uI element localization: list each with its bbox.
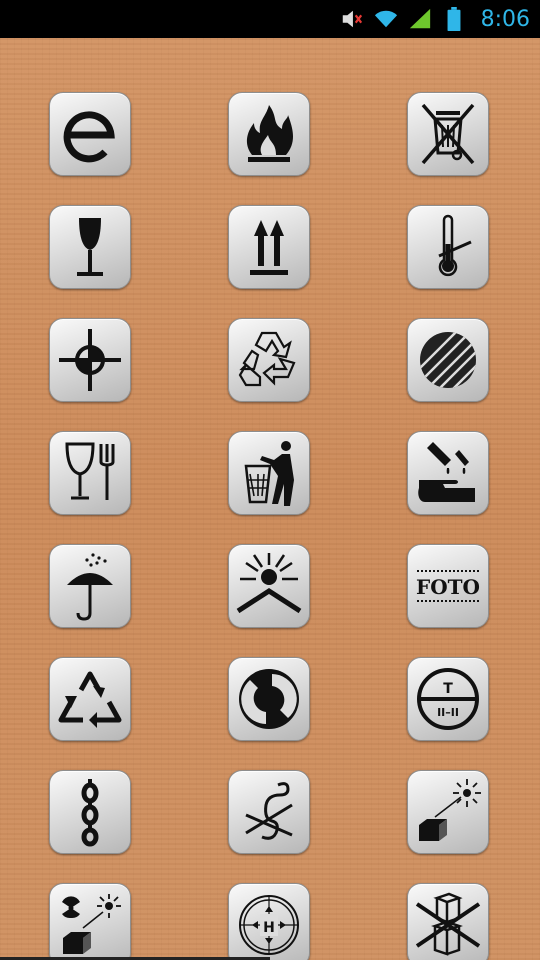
symbol-tile-radiation[interactable] [48,883,131,960]
symbol-tile-tidyman[interactable] [227,431,310,515]
tidyman-icon [244,441,294,506]
green-dot-icon [238,669,299,729]
symbol-tile-no-hooks[interactable] [227,770,310,854]
centre-of-gravity-icon [58,329,121,391]
symbol-tile-striped-circle[interactable] [406,318,489,402]
symbol-tile-recycle[interactable] [48,657,131,741]
mute-icon [339,6,365,32]
do-not-stack-icon [415,892,480,956]
symbol-tile-green-dot[interactable] [227,657,310,741]
symbol-tile-clamp[interactable]: T II–II [406,657,489,741]
fragile-glass-icon [76,218,103,276]
heat-sensitive-icon: H [238,895,299,955]
crossed-out-bin-icon [421,103,474,165]
symbol-tile-fragile[interactable] [48,205,131,289]
symbol-tile-heat-radiation[interactable] [406,770,489,854]
clamp-top-label: T [443,681,453,697]
flammable-icon [246,105,293,162]
signal-icon [407,6,433,32]
symbol-tile-estimated[interactable] [48,92,131,176]
no-hooks-icon [244,782,293,840]
foto-icon: FOTO [416,570,480,602]
corrosive-icon [417,442,475,502]
symbol-tile-sling[interactable] [48,770,131,854]
symbol-tile-temperature[interactable] [406,205,489,289]
clamp-bottom-label: II–II [437,706,459,719]
clamp-here-icon: T II–II [416,668,479,730]
temperature-limit-icon [437,214,472,277]
protect-from-radiation-icon [61,894,121,954]
symbol-tile-this-way-up[interactable] [227,205,310,289]
recycle-triangle-icon [58,671,121,728]
symbol-tile-foto[interactable]: FOTO [406,544,489,628]
cardboard-background: FOTO T II–II H [0,38,540,960]
mobius-recycle-icon [238,331,296,387]
food-safe-icon [64,442,114,500]
protect-from-heat-and-radiation-icon [418,779,481,841]
keep-away-from-sunlight-icon [236,553,301,614]
symbol-tile-crossed-bin[interactable] [406,92,489,176]
this-way-up-icon [249,220,288,275]
foto-label: FOTO [416,575,480,599]
symbol-tile-do-not-stack[interactable] [406,883,489,960]
striped-circle-icon [419,332,476,388]
battery-icon [441,6,467,32]
symbol-grid: FOTO T II–II H [0,92,540,960]
estimated-sign-icon [63,111,115,163]
symbol-tile-food-safe[interactable] [48,431,131,515]
clock: 8:06 [480,6,530,32]
centre-hook-label: H [263,920,275,936]
symbol-tile-sunlight[interactable] [227,544,310,628]
keep-dry-icon [66,553,113,621]
status-bar: 8:06 [0,0,540,38]
symbol-tile-centre-hook[interactable]: H [227,883,310,960]
wifi-icon [373,6,399,32]
symbol-tile-mobius[interactable] [227,318,310,402]
symbol-tile-keep-dry[interactable] [48,544,131,628]
symbol-tile-centre-of-gravity[interactable] [48,318,131,402]
sling-here-icon [81,779,98,847]
symbol-tile-corrosive[interactable] [406,431,489,515]
symbol-tile-flammable[interactable] [227,92,310,176]
